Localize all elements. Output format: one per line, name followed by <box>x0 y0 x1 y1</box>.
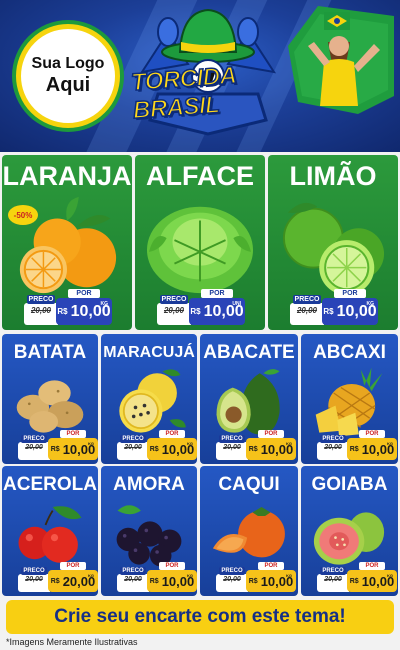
new-price-box: POR R$ 10,00 KG <box>347 430 397 460</box>
product-name: ALFACE <box>146 161 254 191</box>
flyer: Sua Logo Aqui TORCIDA BRASIL LARANJA -50… <box>0 0 400 650</box>
product-name: LARANJA <box>2 161 132 191</box>
product-name: BATATA <box>13 342 87 363</box>
pineapple-icon <box>315 367 383 437</box>
new-price-box: POR R$ 10,00 KG <box>246 562 296 592</box>
logo-line1: Sua Logo <box>31 55 105 73</box>
old-price-box: PRECO 20,00 <box>18 435 50 460</box>
product-card-acerola: ACEROLA PRECO 20,00 POR R$ 20,00 KG <box>2 466 98 596</box>
new-price-box: POR R$ 10,00 KG <box>322 289 378 325</box>
old-price: 20,00 <box>25 444 43 451</box>
new-price-box: POR R$ 10,00 KG <box>147 562 197 592</box>
persimmon-icon <box>212 507 285 558</box>
logo-line2: Aqui <box>45 73 91 96</box>
old-price-box: PRECO 20,00 <box>317 567 349 592</box>
new-price-box: POR R$ 10,00 KG <box>347 562 397 592</box>
old-price: 20,00 <box>324 576 342 583</box>
lime-icon <box>282 202 385 296</box>
product-name: MARACUJÁ <box>103 344 195 361</box>
old-price: 20,00 <box>163 306 185 315</box>
acerola-icon <box>18 506 82 563</box>
old-price: 20,00 <box>223 576 241 583</box>
new-price-box: POR R$ 10,00 KG <box>56 289 112 325</box>
guava-icon <box>313 512 385 565</box>
old-price-box: PRECO 20,00 <box>317 435 349 460</box>
theme-title: TORCIDA BRASIL <box>129 61 237 125</box>
new-price-box: POR R$ 10,00 KG <box>246 430 296 460</box>
old-price-box: PRECO 20,00 <box>157 295 191 325</box>
fan-photo-icon <box>288 6 394 114</box>
product-name: LIMÃO <box>289 161 377 191</box>
potato-icon <box>16 380 84 433</box>
product-name: ABCAXI <box>313 342 386 363</box>
new-price-box: POR R$ 10,00 KG <box>147 430 197 460</box>
new-price-box: POR R$ 20,00 KG <box>48 562 98 592</box>
product-card-laranja: LARANJA -50% PRECO 20,00 POR R$ 10,00 KG <box>2 155 132 330</box>
old-price-box: PRECO 20,00 <box>290 295 324 325</box>
price-tag: PRECO 20,00 POR R$ 10,00 KG <box>24 289 112 325</box>
lettuce-icon <box>146 206 254 294</box>
product-card-maracuja: MARACUJÁ PRECO 20,00 POR R$ 10,00 KG <box>101 334 197 464</box>
old-price-box: PRECO 20,00 <box>216 567 248 592</box>
price-tag: PRECO 20,00 POR R$ 10,00 UNI <box>157 289 245 325</box>
old-price: 20,00 <box>124 444 142 451</box>
old-price: 20,00 <box>324 444 342 451</box>
header-banner: Sua Logo Aqui TORCIDA BRASIL <box>0 0 400 152</box>
new-price-box: POR R$ 10,00 KG <box>48 430 98 460</box>
old-price-box: PRECO 20,00 <box>117 567 149 592</box>
logo-placeholder: Sua Logo Aqui <box>16 24 120 128</box>
old-price: 20,00 <box>25 576 43 583</box>
price-tag: PRECO 20,00 POR R$ 10,00 KG <box>317 430 397 460</box>
old-price: 20,00 <box>223 444 241 451</box>
product-name: AMORA <box>113 474 185 495</box>
old-price: 20,00 <box>124 576 142 583</box>
price-tag: PRECO 20,00 POR R$ 10,00 KG <box>216 430 296 460</box>
price-tag: PRECO 20,00 POR R$ 10,00 KG <box>216 562 296 592</box>
avocado-icon <box>216 369 280 435</box>
price-tag: PRECO 20,00 POR R$ 10,00 KG <box>317 562 397 592</box>
old-price: 20,00 <box>30 306 52 315</box>
passion-fruit-icon <box>119 369 186 433</box>
product-card-goiaba: GOIABA PRECO 20,00 POR R$ 10,00 KG <box>301 466 398 596</box>
old-price: 20,00 <box>296 306 318 315</box>
product-name: CAQUI <box>218 474 280 495</box>
product-card-batata: BATATA PRECO 20,00 POR R$ 10,00 KG <box>2 334 98 464</box>
product-name: GOIABA <box>311 474 388 495</box>
price-tag: PRECO 20,00 POR R$ 10,00 KG <box>18 430 98 460</box>
price-tag: PRECO 20,00 POR R$ 20,00 KG <box>18 562 98 592</box>
discount-badge: -50% <box>8 205 38 225</box>
product-card-abacate: ABACATE PRECO 20,00 POR R$ 10,00 KG <box>200 334 298 464</box>
blackberry-icon <box>116 505 182 567</box>
new-price-box: POR R$ 10,00 UNI <box>189 289 245 325</box>
product-card-abcaxi: ABCAXI PRECO 20,00 POR R$ 10,00 KG <box>301 334 398 464</box>
old-price-box: PRECO 20,00 <box>117 435 149 460</box>
cta-text: Crie seu encarte com este tema! <box>54 606 346 627</box>
product-name: ABACATE <box>203 342 295 363</box>
price-tag: PRECO 20,00 POR R$ 10,00 KG <box>117 430 197 460</box>
price-tag: PRECO 20,00 POR R$ 10,00 KG <box>290 289 378 325</box>
product-card-alface: ALFACE PRECO 20,00 POR R$ 10,00 UNI <box>135 155 265 330</box>
old-price-box: PRECO 20,00 <box>18 567 50 592</box>
product-card-limao: LIMÃO PRECO 20,00 POR R$ 10,00 KG <box>268 155 398 330</box>
product-card-caqui: CAQUI PRECO 20,00 POR R$ 10,00 KG <box>200 466 298 596</box>
old-price-box: PRECO 20,00 <box>24 295 58 325</box>
product-name: ACEROLA <box>3 474 97 495</box>
old-price-box: PRECO 20,00 <box>216 435 248 460</box>
product-card-amora: AMORA PRECO 20,00 POR R$ 10,00 KG <box>101 466 197 596</box>
cta-banner: Crie seu encarte com este tema! <box>6 600 394 634</box>
disclaimer-text: *Imagens Meramente Ilustrativas <box>6 637 138 647</box>
price-tag: PRECO 20,00 POR R$ 10,00 KG <box>117 562 197 592</box>
